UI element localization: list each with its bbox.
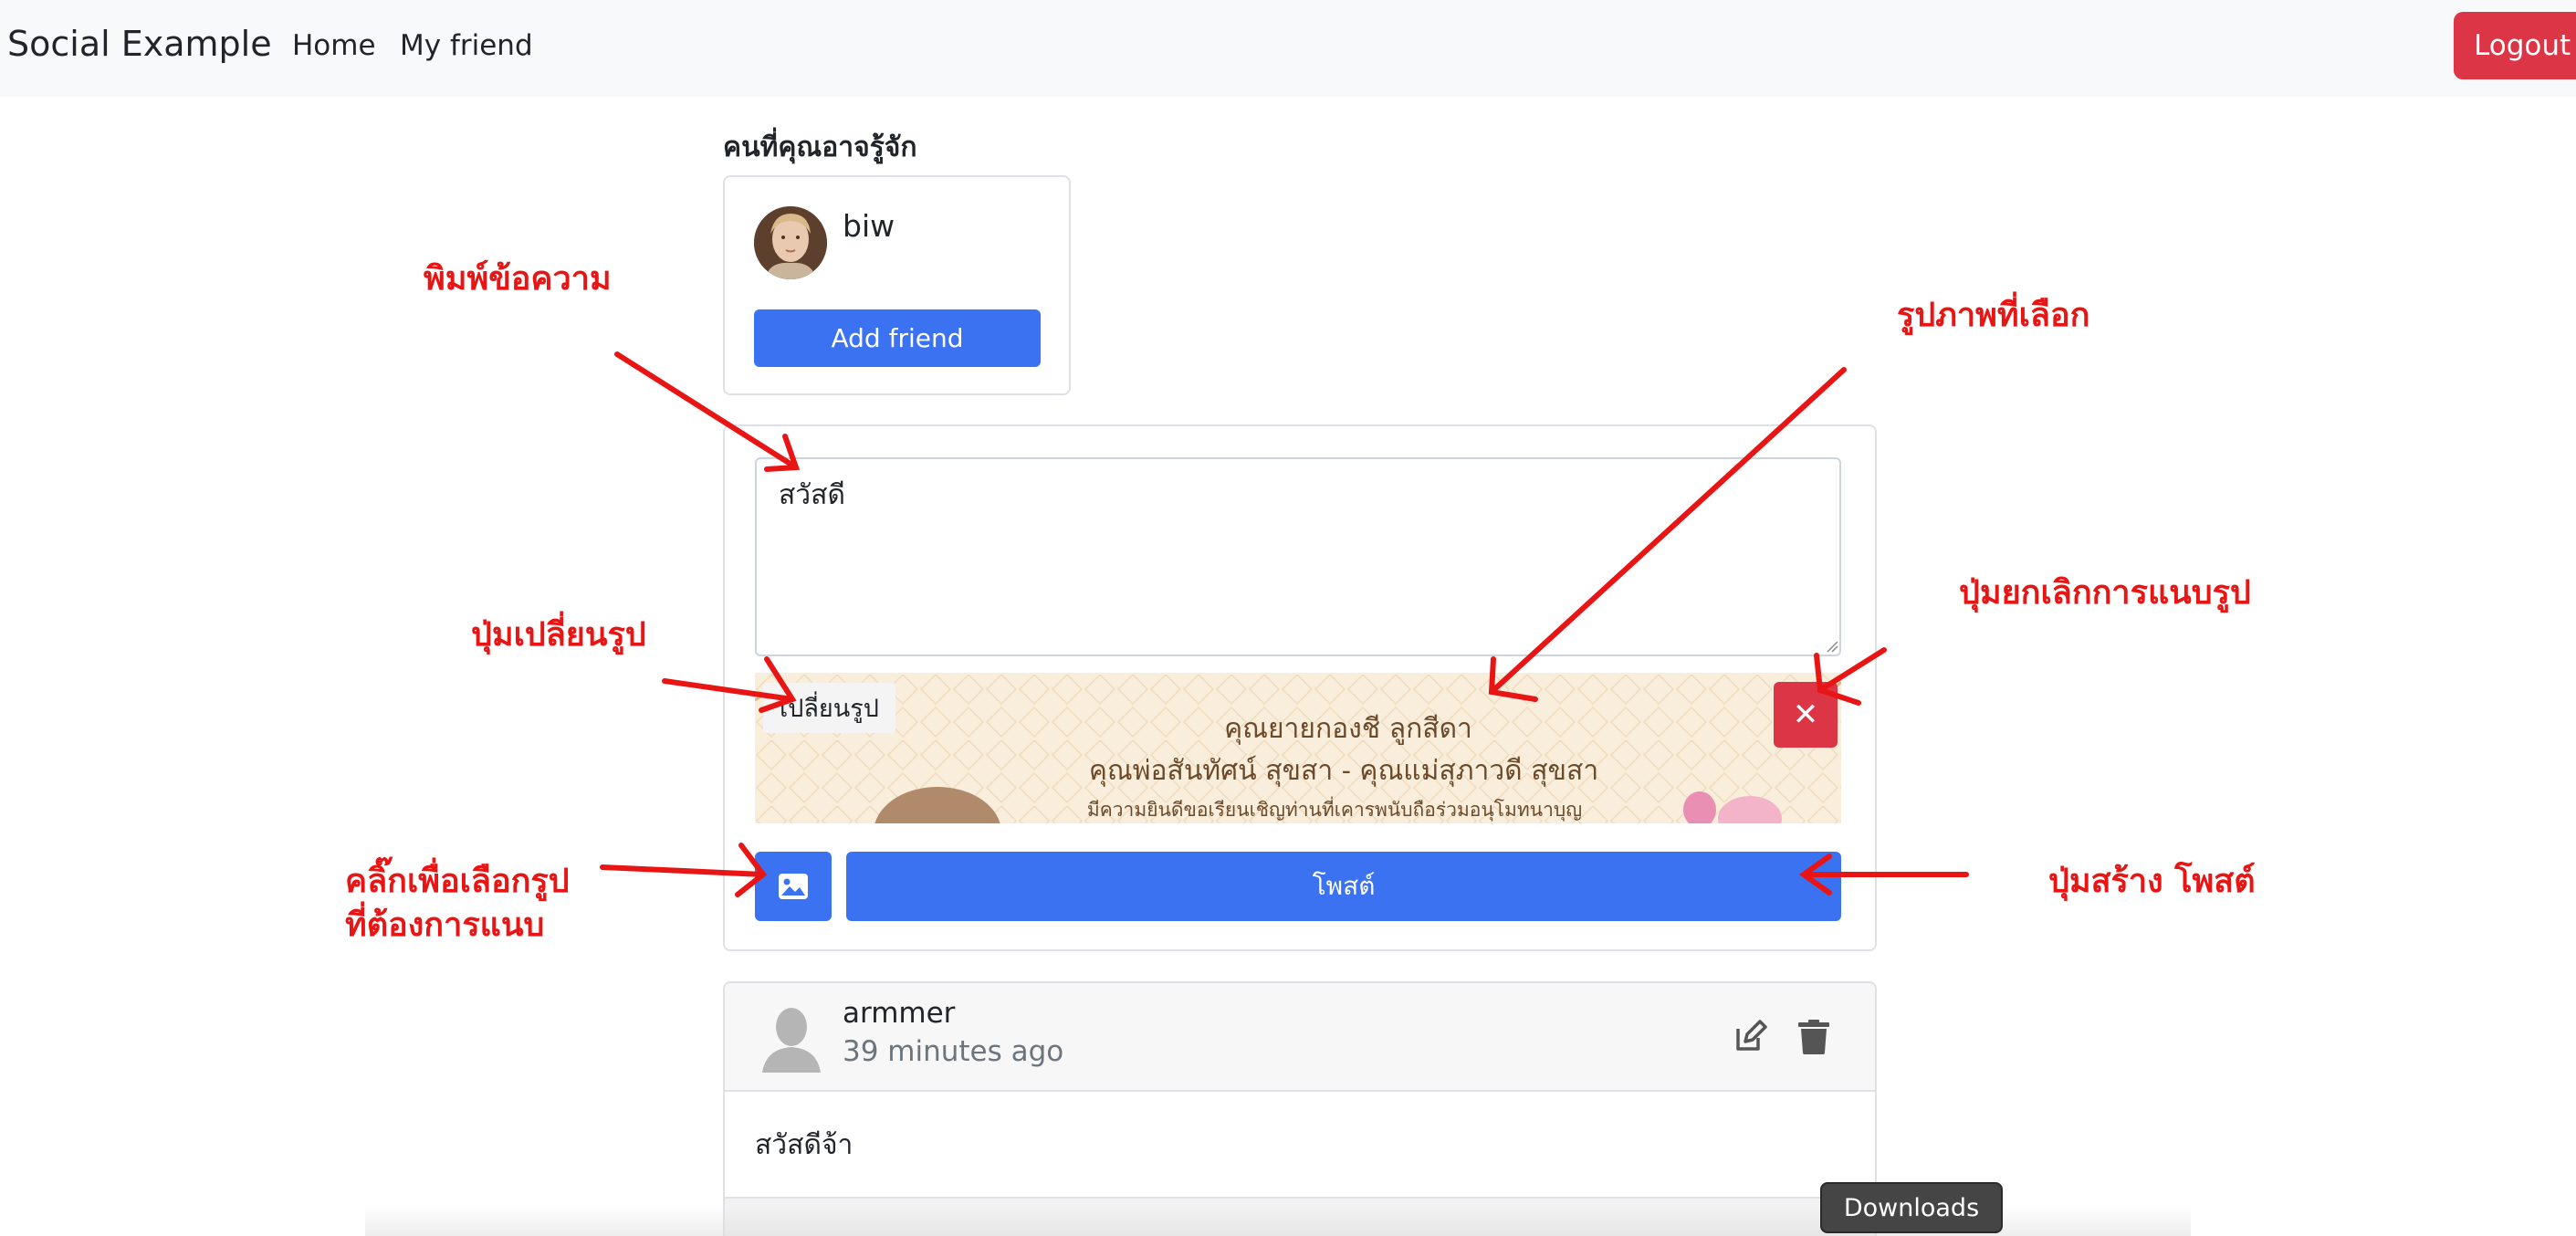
annotation-create-post: ปุ่มสร้าง โพสต์	[2048, 863, 2256, 900]
trash-icon[interactable]	[1798, 1020, 1829, 1054]
post-timestamp: 39 minutes ago	[843, 1035, 1064, 1068]
edit-icon[interactable]	[1733, 1020, 1767, 1054]
selected-image-preview: คุณยายกองชี ลูกสีดา คุณพ่อสันทัศน์ สุขสา…	[755, 673, 1841, 823]
attach-image-button[interactable]	[755, 852, 832, 921]
feed-post: armmer 39 minutes ago สวัสดีจ้า	[723, 981, 1877, 1236]
preview-text-line: คุณยายกองชี ลูกสีดา	[1224, 713, 1472, 745]
suggestion-name: biw	[843, 208, 895, 244]
avatar	[754, 206, 827, 279]
default-avatar-icon	[762, 1008, 821, 1073]
navbar: Social Example Home My friend Logout	[0, 0, 2576, 97]
suggestion-card: biw Add friend	[723, 175, 1071, 395]
suggestions-title: คนที่คุณอาจรู้จัก	[723, 131, 917, 163]
image-icon	[779, 874, 808, 899]
remove-image-button[interactable]: ✕	[1774, 682, 1838, 748]
post-text-input[interactable]	[755, 457, 1841, 656]
post-composer: คุณยายกองชี ลูกสีดา คุณพ่อสันทัศน์ สุขสา…	[723, 424, 1877, 951]
preview-text-line: คุณพ่อสันทัศน์ สุขสา - คุณแม่สุภาวดี สุข…	[1088, 755, 1599, 787]
annotation-change-image: ปุ่มเปลี่ยนรูป	[471, 616, 646, 654]
annotation-type-message: พิมพ์ข้อความ	[424, 260, 612, 298]
submit-post-button[interactable]: โพสต์	[846, 852, 1841, 921]
logout-button[interactable]: Logout	[2454, 12, 2576, 79]
nav-my-friend-link[interactable]: My friend	[400, 29, 533, 62]
annotation-click-select-line2: ที่ต้องการแนบ	[345, 906, 545, 944]
annotation-click-select-line1: คลิ๊กเพื่อเลือกรูป	[345, 863, 570, 900]
change-image-button[interactable]: เปลี่ยนรูป	[763, 683, 895, 733]
downloads-tooltip[interactable]: Downloads	[1820, 1182, 2003, 1233]
annotation-selected-image: รูปภาพที่เลือก	[1897, 297, 2090, 334]
page: Social Example Home My friend Logout คนท…	[0, 0, 2576, 1236]
preview-text-line: มีความยินดีขอเรียนเชิญท่านที่เคารพนับถือ…	[1086, 799, 1583, 821]
post-author[interactable]: armmer	[843, 997, 955, 1030]
add-friend-button[interactable]: Add friend	[754, 309, 1041, 367]
nav-home-link[interactable]: Home	[292, 29, 376, 62]
annotation-cancel-attach: ปุ่มยกเลิกการแนบรูป	[1959, 574, 2251, 612]
close-icon: ✕	[1792, 697, 1819, 733]
post-header: armmer 39 minutes ago	[725, 983, 1875, 1092]
brand-link[interactable]: Social Example	[7, 24, 272, 64]
post-content: สวัสดีจ้า	[755, 1129, 853, 1161]
resize-grip-icon[interactable]	[1826, 640, 1838, 653]
